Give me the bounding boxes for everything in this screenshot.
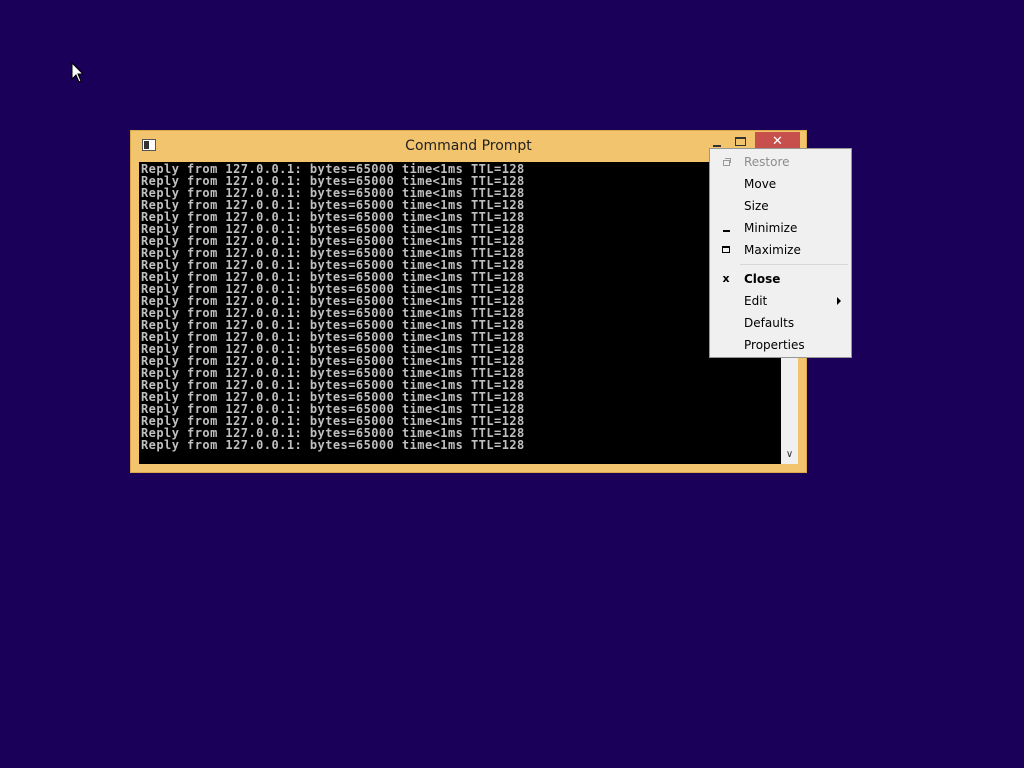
menu-label: Properties (744, 338, 805, 352)
menu-label: Defaults (744, 316, 795, 330)
menu-item-close[interactable]: x Close (710, 268, 851, 290)
system-menu: Restore Move Size Minimize Maximize x Cl… (709, 148, 852, 358)
menu-item-size[interactable]: Size (710, 195, 851, 217)
console-text: Reply from 127.0.0.1: bytes=65000 time<1… (141, 163, 525, 451)
mouse-cursor-icon (71, 62, 85, 83)
submenu-arrow-icon (837, 297, 841, 305)
menu-separator (740, 264, 848, 265)
menu-label: Close (744, 272, 781, 286)
close-icon: x (722, 272, 730, 285)
menu-item-move[interactable]: Move (710, 173, 851, 195)
menu-item-edit[interactable]: Edit (710, 290, 851, 312)
menu-item-minimize[interactable]: Minimize (710, 217, 851, 239)
menu-label: Move (744, 177, 777, 191)
maximize-icon (720, 243, 732, 257)
menu-label: Edit (744, 294, 768, 308)
menu-item-defaults[interactable]: Defaults (710, 312, 851, 334)
title-bar[interactable]: Command Prompt ✕ (131, 131, 806, 162)
menu-label: Size (744, 199, 769, 213)
menu-item-properties[interactable]: Properties (710, 334, 851, 356)
menu-label: Minimize (744, 221, 798, 235)
restore-icon (720, 155, 732, 169)
command-prompt-window[interactable]: Command Prompt ✕ Reply from 127.0.0.1: b… (130, 130, 807, 473)
console-output[interactable]: Reply from 127.0.0.1: bytes=65000 time<1… (139, 162, 781, 464)
menu-label: Restore (744, 155, 790, 169)
menu-item-restore[interactable]: Restore (710, 151, 851, 173)
minimize-icon (720, 221, 732, 235)
scroll-down-arrow-icon[interactable]: ∨ (781, 448, 798, 462)
menu-label: Maximize (744, 243, 801, 257)
console-line: Reply from 127.0.0.1: bytes=65000 time<1… (141, 438, 525, 452)
menu-item-maximize[interactable]: Maximize (710, 239, 851, 261)
